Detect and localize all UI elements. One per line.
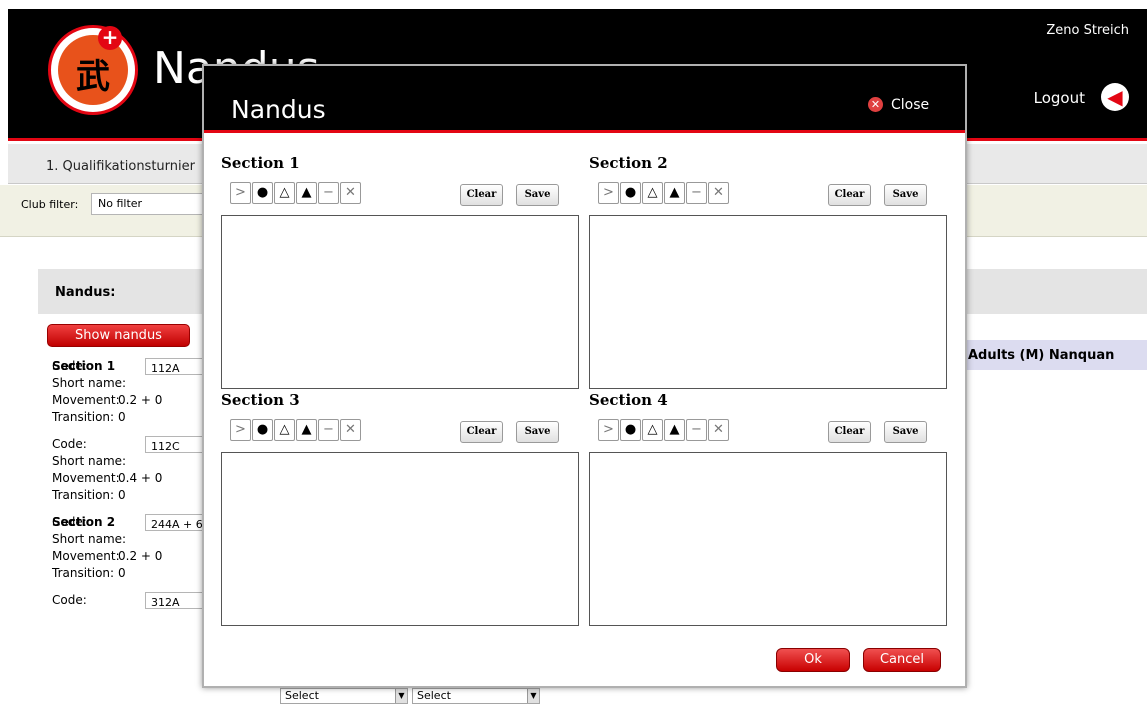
- triangle-outline-icon[interactable]: △: [642, 419, 663, 441]
- triangle-filled-icon[interactable]: ▲: [296, 419, 317, 441]
- club-filter-select[interactable]: No filter: [91, 193, 211, 215]
- save-button[interactable]: Save: [884, 421, 927, 443]
- dash-icon[interactable]: −: [318, 182, 339, 204]
- drawing-toolbar: > ● △ ▲ − ✕: [230, 419, 362, 441]
- chevron-right-icon[interactable]: >: [598, 182, 619, 204]
- section-title: Section 1: [221, 154, 300, 172]
- save-button[interactable]: Save: [884, 184, 927, 206]
- dash-icon[interactable]: −: [686, 419, 707, 441]
- section-1: Section 1 > ● △ ▲ − ✕ Clear Save: [221, 154, 581, 390]
- category-header: Adults (M) Nanquan: [962, 340, 1147, 370]
- section-title: Section 4: [589, 391, 668, 409]
- section-2: Section 2 > ● △ ▲ − ✕ Clear Save: [589, 154, 949, 390]
- tournament-label[interactable]: 1. Qualifikationsturnier: [46, 159, 195, 174]
- dot-icon[interactable]: ●: [252, 419, 273, 441]
- close-button[interactable]: Close: [891, 97, 929, 113]
- chevron-down-icon: ▼: [395, 689, 407, 703]
- background-form: Section 1 Code: 112A Short name: Movement…: [52, 358, 215, 609]
- x-icon[interactable]: ✕: [340, 419, 361, 441]
- club-filter-label: Club filter:: [21, 198, 79, 211]
- dot-icon[interactable]: ●: [620, 419, 641, 441]
- select-dropdown[interactable]: Select ▼: [412, 688, 540, 704]
- triangle-outline-icon[interactable]: △: [274, 182, 295, 204]
- ok-button[interactable]: Ok: [776, 648, 850, 672]
- drawing-canvas[interactable]: [589, 215, 947, 389]
- cancel-button[interactable]: Cancel: [863, 648, 941, 672]
- drawing-canvas[interactable]: [221, 452, 579, 626]
- section-title: Section 2: [589, 154, 668, 172]
- section-4: Section 4 > ● △ ▲ − ✕ Clear Save: [589, 391, 949, 627]
- chevron-right-icon[interactable]: >: [230, 419, 251, 441]
- x-icon[interactable]: ✕: [708, 182, 729, 204]
- drawing-toolbar: > ● △ ▲ − ✕: [230, 182, 362, 204]
- modal-header: Nandus ✕ Close: [204, 66, 965, 133]
- show-nandus-button[interactable]: Show nandus: [47, 324, 190, 347]
- drawing-canvas[interactable]: [221, 215, 579, 389]
- nandus-label: Nandus:: [55, 285, 116, 300]
- x-icon[interactable]: ✕: [340, 182, 361, 204]
- dot-icon[interactable]: ●: [620, 182, 641, 204]
- drawing-canvas[interactable]: [589, 452, 947, 626]
- close-icon[interactable]: ✕: [868, 97, 883, 112]
- chevron-right-icon[interactable]: >: [598, 419, 619, 441]
- clear-button[interactable]: Clear: [828, 184, 871, 206]
- triangle-outline-icon[interactable]: △: [642, 182, 663, 204]
- select-dropdown[interactable]: Select ▼: [280, 688, 408, 704]
- triangle-outline-icon[interactable]: △: [274, 419, 295, 441]
- dash-icon[interactable]: −: [686, 182, 707, 204]
- chevron-down-icon: ▼: [527, 689, 539, 703]
- clear-button[interactable]: Clear: [460, 421, 503, 443]
- triangle-filled-icon[interactable]: ▲: [664, 419, 685, 441]
- chevron-right-icon[interactable]: >: [230, 182, 251, 204]
- federation-logo: 武 +: [48, 25, 138, 115]
- section-3: Section 3 > ● △ ▲ − ✕ Clear Save: [221, 391, 581, 627]
- clear-button[interactable]: Clear: [828, 421, 871, 443]
- username: Zeno Streich: [1046, 23, 1129, 38]
- nandus-modal: Nandus ✕ Close Section 1 > ● △ ▲ − ✕ Cle…: [202, 64, 967, 688]
- modal-title: Nandus: [231, 95, 326, 124]
- save-button[interactable]: Save: [516, 184, 559, 206]
- triangle-filled-icon[interactable]: ▲: [296, 182, 317, 204]
- save-button[interactable]: Save: [516, 421, 559, 443]
- logout-link[interactable]: Logout: [1034, 89, 1085, 107]
- logout-arrow-icon[interactable]: ◀: [1101, 83, 1129, 111]
- x-icon[interactable]: ✕: [708, 419, 729, 441]
- dot-icon[interactable]: ●: [252, 182, 273, 204]
- triangle-filled-icon[interactable]: ▲: [664, 182, 685, 204]
- dash-icon[interactable]: −: [318, 419, 339, 441]
- clear-button[interactable]: Clear: [460, 184, 503, 206]
- drawing-toolbar: > ● △ ▲ − ✕: [598, 419, 730, 441]
- section-title: Section 3: [221, 391, 300, 409]
- drawing-toolbar: > ● △ ▲ − ✕: [598, 182, 730, 204]
